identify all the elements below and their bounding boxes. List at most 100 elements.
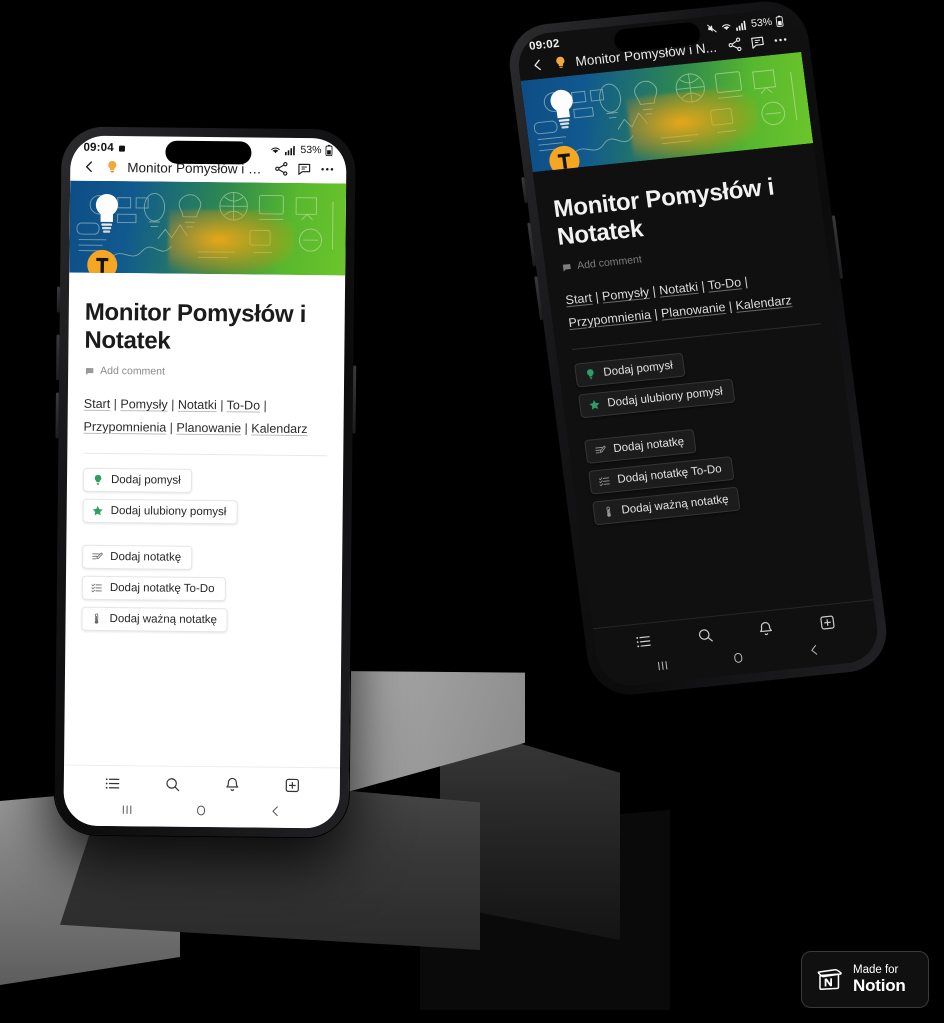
phone-frame-front: 09:04 53% Monitor Pomysłów i N... Monito… (54, 126, 357, 838)
button-label: Dodaj ważną notatkę (620, 493, 730, 517)
status-indicators: 53% (269, 144, 333, 157)
volume-down-back[interactable] (534, 276, 543, 321)
notion-app-dark: 09:02 53% Monitor Pomysłów i N... Monito… (515, 7, 882, 689)
wifi-icon (721, 24, 731, 30)
page-content-back: Monitor Pomysłów i Notatek Add comment S… (533, 143, 874, 628)
more-horizontal-icon[interactable] (319, 161, 335, 177)
battery-icon (325, 144, 333, 157)
link-separator: | (740, 274, 749, 290)
volume-down-front[interactable] (55, 392, 59, 439)
plus-box-icon[interactable] (818, 613, 837, 632)
mute-switch-front[interactable] (56, 286, 61, 313)
button-label: Dodaj notatkę To-Do (109, 581, 215, 595)
chevron-left-icon[interactable] (529, 56, 547, 74)
button-dodaj-pomys-[interactable]: Dodaj pomysł (573, 352, 686, 388)
note-edit-icon (92, 552, 103, 559)
page-cover-image-front (69, 180, 347, 276)
nav-link-przypomnienia[interactable]: Przypomnienia (568, 308, 652, 330)
lightbulb-icon (556, 56, 565, 69)
back-chevron-icon[interactable] (269, 804, 284, 819)
badge-text: Made for Notion (853, 964, 906, 996)
add-comment-row[interactable]: Add comment (84, 365, 328, 380)
add-comment-label: Add comment (100, 365, 165, 378)
nav-link-planowanie[interactable]: Planowanie (660, 300, 726, 321)
nav-link-to-do[interactable]: To-Do (707, 275, 742, 292)
star-icon (92, 505, 103, 516)
phone-frame-back: 09:02 53% Monitor Pomysłów i N... Monito… (504, 0, 892, 699)
buttons-primary-back: Dodaj pomysł Dodaj ulubiony pomysł (573, 338, 830, 419)
share-icon[interactable] (726, 36, 744, 54)
home-circle-icon[interactable] (194, 803, 209, 818)
recents-icon[interactable] (119, 802, 134, 817)
battery-icon (775, 15, 784, 27)
volume-up-back[interactable] (527, 222, 536, 267)
link-separator: | (259, 398, 267, 413)
button-label: Dodaj notatkę To-Do (616, 462, 723, 486)
plus-box-icon[interactable] (283, 777, 300, 794)
button-dodaj-notatk-[interactable]: Dodaj notatkę (584, 428, 697, 464)
phone-screen-front: 09:04 53% Monitor Pomysłów i N... Monito… (63, 135, 347, 829)
battery-percent: 53% (750, 15, 773, 30)
nav-link-to-do[interactable]: To-Do (227, 398, 260, 412)
button-dodaj-pomys-[interactable]: Dodaj pomysł (82, 467, 192, 493)
nav-link-pomys-y[interactable]: Pomysły (601, 285, 650, 304)
button-dodaj-notatk-[interactable]: Dodaj notatkę (82, 544, 193, 570)
button-dodaj-wa-n-notatk-[interactable]: Dodaj ważną notatkę (81, 606, 229, 632)
app-navbar-front (63, 764, 341, 801)
button-label: Dodaj ulubiony pomysł (606, 385, 724, 410)
add-comment-label: Add comment (576, 253, 643, 273)
mute-switch-back[interactable] (521, 177, 528, 204)
button-dodaj-ulubiony-pomys-[interactable]: Dodaj ulubiony pomysł (82, 498, 238, 524)
power-button-back[interactable] (831, 215, 844, 280)
list-icon[interactable] (634, 632, 653, 651)
made-for-notion-badge: Made for Notion (801, 951, 929, 1008)
nav-link-start[interactable]: Start (84, 397, 111, 411)
bell-icon[interactable] (223, 776, 240, 793)
back-chevron-icon[interactable] (807, 642, 824, 658)
list-icon[interactable] (103, 775, 120, 792)
star-icon (589, 399, 600, 410)
nav-link-kalendarz[interactable]: Kalendarz (251, 421, 307, 436)
nav-link-pomys-y[interactable]: Pomysły (120, 397, 167, 411)
search-icon[interactable] (695, 626, 714, 645)
nav-link-notatki[interactable]: Notatki (658, 280, 699, 298)
comment-icon[interactable] (296, 161, 312, 177)
button-dodaj-notatk-to-do[interactable]: Dodaj notatkę To-Do (81, 575, 226, 601)
nav-link-notatki[interactable]: Notatki (178, 398, 217, 412)
volume-up-front[interactable] (56, 334, 60, 381)
comment-icon[interactable] (749, 34, 767, 52)
home-circle-icon[interactable] (730, 650, 747, 666)
nav-links-front: Start | Pomysły | Notatki | To-Do | Przy… (83, 393, 327, 441)
status-time-text: 09:04 (83, 141, 114, 155)
badge-notion: Notion (853, 976, 906, 996)
scene: 09:02 53% Monitor Pomysłów i N... Monito… (0, 0, 944, 1023)
nav-link-przypomnienia[interactable]: Przypomnienia (83, 420, 166, 435)
badge-made-for: Made for (853, 963, 899, 976)
nav-link-planowanie[interactable]: Planowanie (176, 421, 241, 436)
search-icon[interactable] (163, 776, 180, 793)
nav-link-kalendarz[interactable]: Kalendarz (735, 293, 793, 313)
link-separator: | (110, 397, 121, 412)
link-separator: | (241, 421, 252, 436)
notion-logo-icon (817, 968, 842, 990)
nav-link-start[interactable]: Start (565, 291, 593, 308)
recents-icon[interactable] (654, 658, 671, 674)
lightbulb-icon (586, 368, 594, 379)
status-time: 09:02 (528, 37, 561, 53)
signal-bars-icon (284, 145, 295, 155)
more-horizontal-icon[interactable] (771, 31, 789, 49)
buttons-secondary-back: Dodaj notatkę Dodaj notatkę To-Do Dodaj wa… (584, 414, 844, 526)
button-dodaj-wa-n-notatk-[interactable]: Dodaj ważną notatkę (592, 486, 741, 526)
share-icon[interactable] (273, 161, 289, 177)
status-time: 09:04 (83, 142, 127, 154)
power-button-front[interactable] (352, 365, 357, 434)
bell-icon[interactable] (756, 620, 775, 639)
chevron-left-icon[interactable] (81, 159, 97, 175)
signal-bars-icon (735, 20, 747, 31)
button-label: Dodaj pomysł (602, 359, 674, 379)
button-label: Dodaj pomysł (110, 473, 181, 487)
phone-front: 09:04 53% Monitor Pomysłów i N... Monito… (54, 126, 357, 838)
nav-links-back: Start | Pomysły | Notatki | To-Do | Przy… (564, 264, 819, 335)
checklist-icon (91, 583, 102, 592)
cover-white-bulb-icon (550, 89, 573, 129)
